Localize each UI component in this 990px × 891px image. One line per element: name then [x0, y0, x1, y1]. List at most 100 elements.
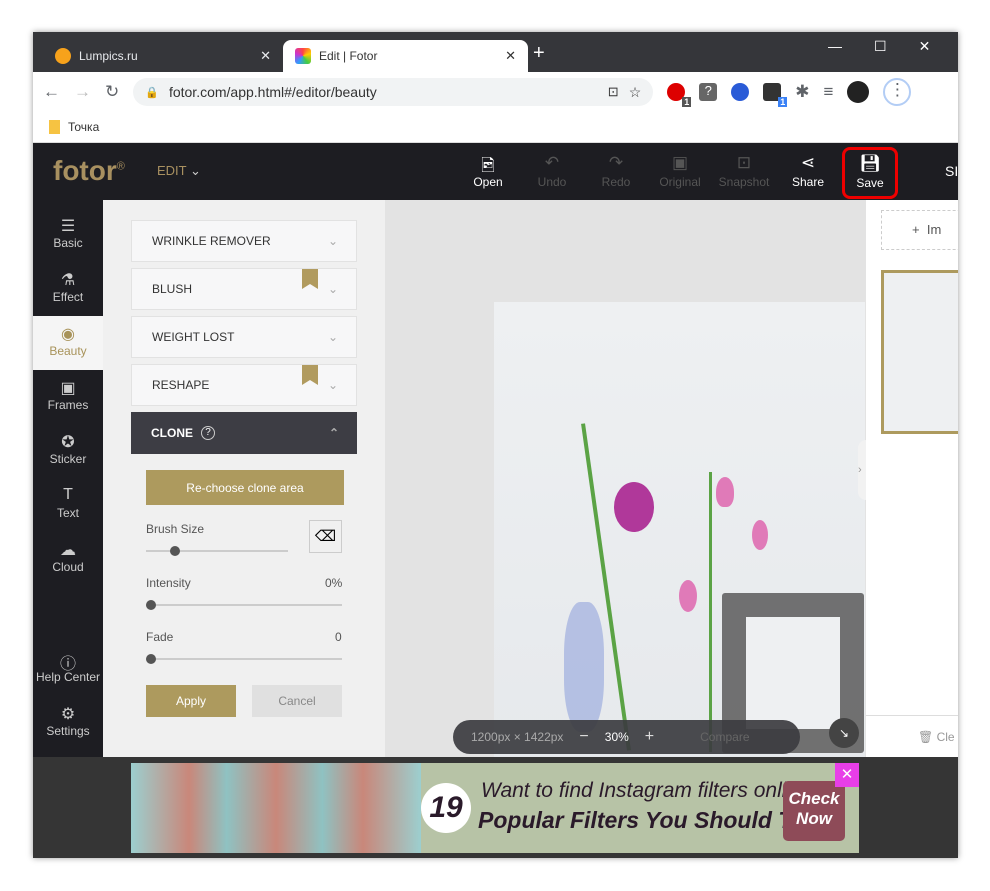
section-clone[interactable]: CLONE?⌃: [131, 412, 357, 454]
close-tab-icon[interactable]: ✕: [260, 48, 271, 64]
ad-content[interactable]: 19 Want to find Instagram filters online…: [131, 763, 859, 853]
section-weight-lost[interactable]: WEIGHT LOST⌄: [131, 316, 357, 358]
check-now-button[interactable]: CheckNow: [783, 781, 845, 841]
close-tab-icon[interactable]: ✕: [505, 48, 516, 64]
back-icon[interactable]: ←: [43, 82, 60, 102]
zoom-level: 30%: [605, 730, 629, 744]
minimize-button[interactable]: —: [828, 38, 842, 55]
box-ext-icon[interactable]: 1: [763, 83, 781, 101]
fade-slider[interactable]: [146, 658, 342, 660]
tab-title: Edit | Fotor: [319, 49, 377, 63]
tab-fotor[interactable]: Edit | Fotor ✕: [283, 40, 528, 72]
sidebar-item-effect[interactable]: ⚗Effect: [33, 262, 103, 316]
right-panel: + Im 🗑︎ Cle: [866, 200, 958, 757]
open-button[interactable]: 🖻Open: [458, 153, 518, 189]
chevron-down-icon: ⌄: [328, 330, 338, 344]
puzzle-icon[interactable]: ✱: [795, 82, 809, 102]
bookmark-tochka[interactable]: Точка: [68, 120, 99, 134]
maximize-button[interactable]: ☐: [874, 38, 887, 55]
import-button[interactable]: + Im: [881, 210, 958, 250]
section-reshape[interactable]: RESHAPE⌄: [131, 364, 357, 406]
share-button[interactable]: ⋖Share: [778, 153, 838, 189]
browser-window: Lumpics.ru✕ Edit | Fotor✕ + —☐✕ ←→↻ 🔒fot…: [33, 32, 958, 858]
fotor-logo[interactable]: fotor®: [53, 155, 125, 187]
zoom-out-button[interactable]: −: [579, 728, 588, 746]
sidebar-item-beauty[interactable]: ◉Beauty: [33, 316, 103, 370]
section-blush[interactable]: BLUSH⌄: [131, 268, 357, 310]
sliders-icon: ☰: [33, 216, 103, 236]
original-icon: ▣: [650, 153, 710, 175]
section-wrinkle-remover[interactable]: WRINKLE REMOVER⌄: [131, 220, 357, 262]
folder-icon: [49, 120, 60, 134]
globe-ext-icon[interactable]: [731, 83, 749, 101]
slider-knob[interactable]: [170, 546, 180, 556]
cancel-button[interactable]: Cancel: [252, 685, 342, 717]
sidebar-item-basic[interactable]: ☰Basic: [33, 208, 103, 262]
save-button[interactable]: 💾︎Save: [842, 147, 898, 199]
snapshot-button[interactable]: ⊡Snapshot: [714, 153, 774, 189]
star-icon: ✪: [33, 432, 103, 452]
brush-size-label: Brush Size: [146, 522, 204, 536]
zoom-in-button[interactable]: +: [645, 728, 654, 746]
chevron-down-icon: ⌄: [328, 282, 338, 296]
sidebar-item-settings[interactable]: ⚙Settings: [33, 696, 103, 750]
collapse-navigator-icon[interactable]: ↘: [829, 718, 859, 748]
redo-icon: ↷: [586, 153, 646, 175]
reload-icon[interactable]: ↻: [105, 82, 119, 102]
beauty-panel: WRINKLE REMOVER⌄ BLUSH⌄ WEIGHT LOST⌄ RES…: [103, 200, 385, 757]
translate-icon[interactable]: ⊡: [608, 84, 619, 100]
sidebar-item-text[interactable]: TText: [33, 478, 103, 532]
eraser-button[interactable]: ⌫: [309, 520, 342, 553]
edit-mode-dropdown[interactable]: EDIT ⌄: [157, 163, 201, 179]
sidebar-item-cloud[interactable]: ☁Cloud: [33, 532, 103, 586]
rechoose-clone-button[interactable]: Re-choose clone area: [146, 470, 344, 505]
undo-button[interactable]: ↶Undo: [522, 153, 582, 189]
sidebar-item-frames[interactable]: ▣Frames: [33, 370, 103, 424]
image-size: 1200px × 1422px: [471, 730, 563, 744]
new-tab-button[interactable]: +: [533, 42, 545, 65]
slider-knob[interactable]: [146, 654, 156, 664]
media-icon[interactable]: ≡: [824, 82, 834, 102]
original-button[interactable]: ▣Original: [650, 153, 710, 189]
premium-icon: [302, 269, 318, 289]
help-ext-icon[interactable]: ?: [699, 83, 717, 101]
tab-title: Lumpics.ru: [79, 49, 138, 63]
sidebar-item-help[interactable]: ⓘHelp Center: [33, 642, 103, 696]
snapshot-icon: ⊡: [714, 153, 774, 175]
redo-button[interactable]: ↷Redo: [586, 153, 646, 189]
canvas-area: ↘ 1200px × 1422px − 30% + Compare ›: [385, 200, 866, 757]
url-text: fotor.com/app.html#/editor/beauty: [169, 84, 377, 100]
url-field[interactable]: 🔒fotor.com/app.html#/editor/beauty⊡☆: [133, 78, 653, 106]
ext-badge: 1: [682, 97, 691, 107]
menu-icon[interactable]: ⋮: [883, 78, 911, 106]
avatar[interactable]: [847, 81, 869, 103]
intensity-slider[interactable]: [146, 604, 342, 606]
ad-banner: 19 Want to find Instagram filters online…: [33, 757, 958, 858]
slider-knob[interactable]: [146, 600, 156, 610]
premium-icon: [302, 365, 318, 385]
cloud-icon: ☁: [33, 540, 103, 560]
ad-photos: [131, 763, 421, 853]
zoom-bar: 1200px × 1422px − 30% + Compare: [453, 720, 800, 754]
compare-button[interactable]: Compare: [700, 730, 749, 744]
fotor-favicon-icon: [295, 48, 311, 64]
share-icon: ⋖: [778, 153, 838, 175]
brush-size-slider[interactable]: [146, 550, 288, 552]
sign-in-link[interactable]: SI: [945, 163, 958, 179]
orange-favicon-icon: [55, 48, 71, 64]
clear-button[interactable]: 🗑︎ Cle: [918, 730, 955, 744]
apply-button[interactable]: Apply: [146, 685, 236, 717]
sidebar-item-sticker[interactable]: ✪Sticker: [33, 424, 103, 478]
image-add-icon: 🖻: [458, 153, 518, 175]
opera-ext-icon[interactable]: 1: [667, 83, 685, 101]
flask-icon: ⚗: [33, 270, 103, 290]
close-window-button[interactable]: ✕: [919, 38, 931, 55]
chevron-up-icon: ⌃: [329, 426, 339, 440]
tab-lumpics[interactable]: Lumpics.ru ✕: [43, 40, 283, 72]
image-thumbnail[interactable]: [881, 270, 958, 434]
frame-icon: ▣: [33, 378, 103, 398]
ad-line2: Popular Filters You Should Try: [478, 807, 814, 834]
star-icon[interactable]: ☆: [629, 84, 642, 101]
close-ad-icon[interactable]: ✕: [835, 763, 859, 787]
forward-icon[interactable]: →: [74, 82, 91, 102]
